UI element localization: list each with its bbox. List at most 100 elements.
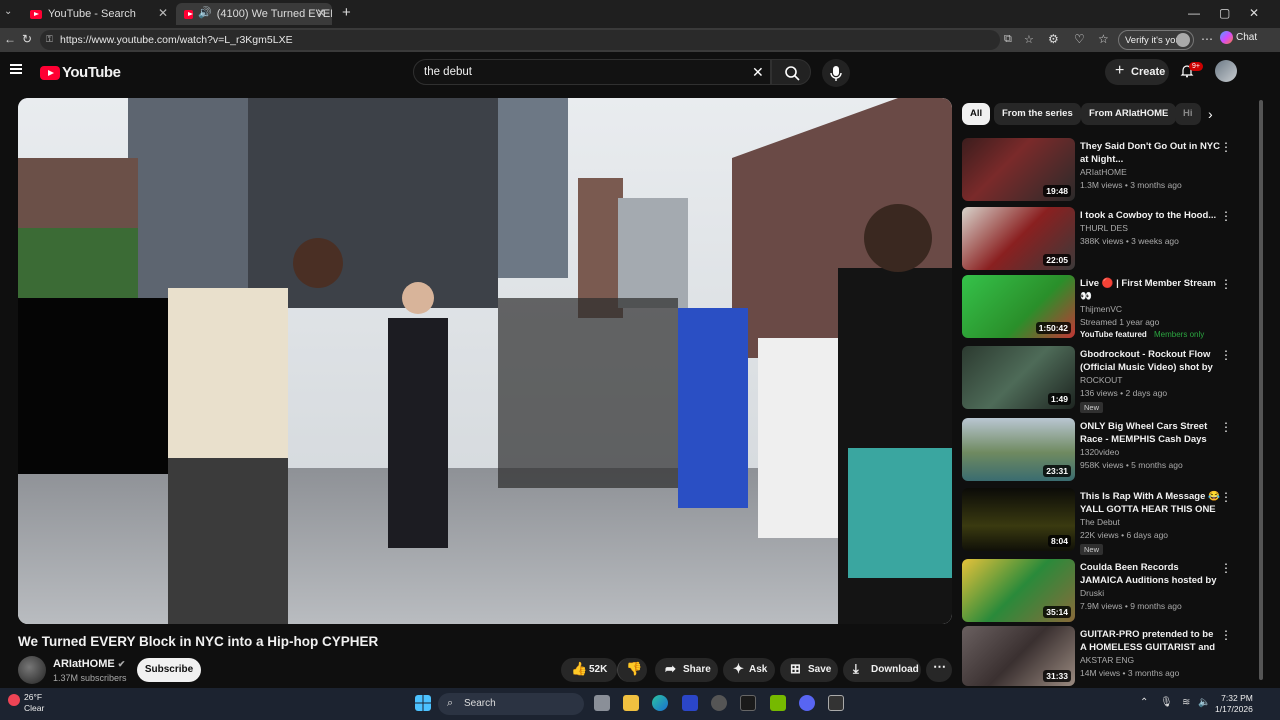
dislike-button[interactable]: 👎 bbox=[617, 658, 647, 682]
video-thumbnail[interactable]: 22:05 bbox=[962, 207, 1075, 270]
chevron-right-icon[interactable]: › bbox=[1208, 106, 1213, 122]
windows-start-icon[interactable] bbox=[415, 695, 431, 711]
new-tab-icon[interactable]: + bbox=[342, 4, 351, 21]
chip-all[interactable]: All bbox=[962, 103, 991, 125]
more-vertical-icon[interactable]: ⋮ bbox=[1220, 420, 1232, 434]
share-button[interactable]: ➦ Share bbox=[655, 658, 718, 682]
more-vertical-icon[interactable]: ⋮ bbox=[1220, 561, 1232, 575]
url-text[interactable]: https://www.youtube.com/watch?v=L_r3Kgm5… bbox=[60, 34, 293, 46]
reload-icon[interactable]: ↻ bbox=[22, 32, 32, 46]
page-scrollbar[interactable] bbox=[1259, 100, 1263, 680]
terminal-icon[interactable] bbox=[740, 695, 756, 711]
youtube-logo-icon bbox=[40, 65, 60, 80]
channel-avatar[interactable] bbox=[18, 656, 46, 684]
related-video[interactable]: 31:33 GUITAR-PRO pretended to be A HOMEL… bbox=[962, 626, 1242, 686]
featured-label: YouTube featured bbox=[1080, 330, 1147, 339]
close-tab-icon[interactable]: ✕ bbox=[316, 6, 326, 20]
more-vertical-icon[interactable]: ⋮ bbox=[1220, 628, 1232, 642]
related-video[interactable]: 19:48 They Said Don't Go Out in NYC at N… bbox=[962, 138, 1242, 202]
back-icon[interactable]: ← bbox=[4, 32, 16, 46]
tab-youtube-search[interactable]: YouTube - Search ✕ bbox=[22, 3, 174, 25]
edge-browser-icon[interactable] bbox=[652, 695, 668, 711]
more-vertical-icon[interactable]: ⋮ bbox=[1220, 140, 1232, 154]
address-bar[interactable]: ⚿ https://www.youtube.com/watch?v=L_r3Kg… bbox=[40, 30, 1034, 50]
related-video[interactable]: 22:05 I took a Cowboy to the Hood... THU… bbox=[962, 207, 1242, 271]
more-vertical-icon[interactable]: ⋮ bbox=[1220, 277, 1232, 291]
app-l-icon[interactable] bbox=[682, 695, 698, 711]
search-input[interactable]: the debut ✕ bbox=[413, 59, 771, 85]
site-info-icon[interactable]: ⚿ bbox=[46, 34, 53, 45]
search-button[interactable] bbox=[771, 59, 811, 85]
menu-icon[interactable] bbox=[10, 64, 22, 74]
task-view-icon[interactable] bbox=[594, 695, 610, 711]
related-video[interactable]: 23:31 ONLY Big Wheel Cars Street Race - … bbox=[962, 418, 1242, 482]
related-video[interactable]: 1:50:42 Live 🔴 | First Member Stream 👀 T… bbox=[962, 275, 1242, 339]
weather-widget[interactable]: 26°F Clear bbox=[8, 692, 44, 714]
related-video[interactable]: 35:14 Coulda Been Records JAMAICA Auditi… bbox=[962, 559, 1242, 623]
windows-taskbar: 26°F Clear ⌕ Search ⌃ 🎙 ≋ 🔈 7:32 PM 1/17… bbox=[0, 688, 1280, 720]
account-avatar[interactable] bbox=[1215, 60, 1237, 82]
favorites-icon[interactable]: ☆ bbox=[1098, 32, 1109, 46]
video-thumbnail[interactable]: 35:14 bbox=[962, 559, 1075, 622]
close-window-icon[interactable]: ✕ bbox=[1249, 6, 1259, 20]
video-thumbnail[interactable]: 1:50:42 bbox=[962, 275, 1075, 338]
more-vertical-icon[interactable]: ⋮ bbox=[1220, 490, 1232, 504]
create-button[interactable]: + Create bbox=[1105, 59, 1169, 85]
chip-from-channel[interactable]: From ARIatHOME bbox=[1081, 103, 1177, 125]
system-clock[interactable]: 7:32 PM 1/17/2026 bbox=[1215, 693, 1253, 715]
chip-truncated[interactable]: Hi bbox=[1175, 103, 1201, 125]
more-actions-button[interactable]: ⋯ bbox=[926, 658, 952, 682]
video-thumbnail[interactable]: 8:04 bbox=[962, 488, 1075, 551]
video-player[interactable] bbox=[18, 98, 952, 624]
steam-icon[interactable] bbox=[711, 695, 727, 711]
related-video-channel: 1320video bbox=[1080, 447, 1120, 457]
video-thumbnail[interactable]: 31:33 bbox=[962, 626, 1075, 686]
notification-count-badge: 9+ bbox=[1189, 62, 1203, 71]
related-video-title: They Said Don't Go Out in NYC at Night..… bbox=[1080, 141, 1220, 165]
voice-search-button[interactable] bbox=[822, 59, 850, 87]
video-thumbnail[interactable]: 19:48 bbox=[962, 138, 1075, 201]
maximize-icon[interactable]: ▢ bbox=[1219, 6, 1230, 20]
video-thumbnail[interactable]: 1:49 bbox=[962, 346, 1075, 409]
file-explorer-icon[interactable] bbox=[623, 695, 639, 711]
tab-list-chevron-icon[interactable]: ⌄ bbox=[4, 6, 12, 17]
subscribe-button[interactable]: Subscribe bbox=[137, 658, 201, 682]
youtube-logo[interactable]: YouTube bbox=[40, 64, 121, 81]
more-options-icon[interactable]: ⋯ bbox=[1201, 32, 1213, 46]
like-button[interactable]: 👍 52K bbox=[561, 658, 617, 682]
chip-from-series[interactable]: From the series bbox=[994, 103, 1081, 125]
minimize-icon[interactable]: — bbox=[1188, 6, 1200, 20]
tab-current-video[interactable]: 🔊 (4100) We Turned EVERY Block ✕ bbox=[176, 3, 332, 25]
copilot-chat-button[interactable]: Chat bbox=[1220, 31, 1257, 44]
save-button[interactable]: ⊞ Save bbox=[780, 658, 838, 682]
extensions-icon[interactable]: ⚙ bbox=[1048, 32, 1059, 46]
clear-search-icon[interactable]: ✕ bbox=[752, 64, 764, 81]
active-app-icon[interactable] bbox=[828, 695, 844, 711]
microphone-tray-icon[interactable]: 🎙 bbox=[1160, 697, 1173, 708]
browser-essentials-icon[interactable]: ♡ bbox=[1074, 32, 1085, 46]
related-video[interactable]: 1:49 Gbodrockout - Rockout Flow (Officia… bbox=[962, 346, 1242, 413]
more-vertical-icon[interactable]: ⋮ bbox=[1220, 348, 1232, 362]
discord-icon[interactable] bbox=[799, 695, 815, 711]
close-tab-icon[interactable]: ✕ bbox=[158, 6, 168, 20]
speaker-icon[interactable]: 🔊 bbox=[198, 6, 212, 19]
wifi-icon[interactable]: ≋ bbox=[1182, 697, 1190, 708]
download-button[interactable]: ⤓ Download bbox=[843, 658, 921, 682]
show-hidden-icons-icon[interactable]: ⌃ bbox=[1140, 697, 1148, 708]
browser-tab-strip: ⌄ YouTube - Search ✕ 🔊 (4100) We Turned … bbox=[0, 0, 1280, 28]
related-video-meta: 136 views • 2 days ago bbox=[1080, 388, 1168, 398]
more-vertical-icon[interactable]: ⋮ bbox=[1220, 209, 1232, 223]
weather-condition: Clear bbox=[24, 703, 45, 713]
related-video[interactable]: 8:04 This Is Rap With A Message 😂 YALL G… bbox=[962, 488, 1242, 555]
taskbar-search[interactable]: ⌕ Search bbox=[438, 693, 584, 715]
channel-name[interactable]: ARIatHOME ✔ bbox=[53, 658, 125, 670]
nvidia-icon[interactable] bbox=[770, 695, 786, 711]
tab-title: (4100) We Turned EVERY Block bbox=[216, 8, 332, 20]
video-thumbnail[interactable]: 23:31 bbox=[962, 418, 1075, 481]
verify-identity-button[interactable]: Verify it's you bbox=[1118, 30, 1194, 50]
volume-icon[interactable]: 🔈 bbox=[1198, 697, 1210, 708]
favorite-star-icon[interactable]: ☆ bbox=[1024, 33, 1034, 46]
app-available-icon[interactable]: ⧉ bbox=[1004, 33, 1012, 46]
duration-badge: 1:50:42 bbox=[1035, 322, 1071, 334]
ask-button[interactable]: ✦ Ask bbox=[723, 658, 775, 682]
